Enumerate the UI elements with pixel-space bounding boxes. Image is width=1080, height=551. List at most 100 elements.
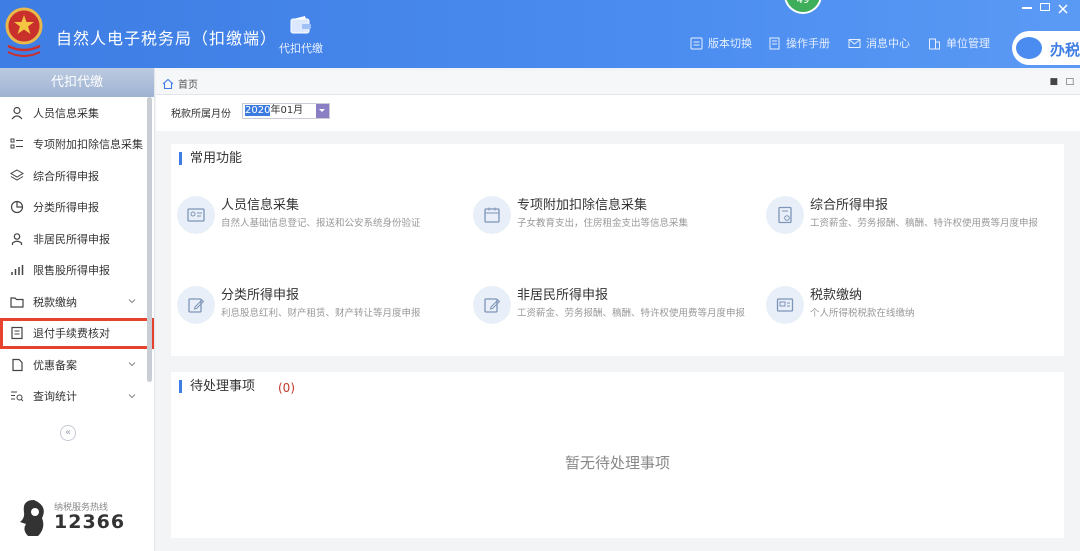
sidebar-item-query-stats[interactable]: 查询统计	[0, 381, 154, 413]
restore-icon[interactable]	[1040, 3, 1050, 11]
func-nonresident-income[interactable]: 非居民所得申报 工资薪金、劳务报酬、稿酬、特许权使用费等月度申报	[467, 264, 757, 344]
nav-message-center[interactable]: 消息中心	[848, 35, 910, 51]
pending-empty-text: 暂无待处理事项	[564, 454, 670, 472]
app-title: 自然人电子税务局（扣缴端）	[56, 29, 278, 48]
chat-bubble-icon	[1016, 37, 1042, 59]
module-withholding[interactable]: 代扣代缴	[278, 16, 324, 56]
window-controls	[1022, 3, 1068, 14]
sidebar-item-label: 专项附加扣除信息采集	[33, 138, 143, 152]
func-desc: 个人所得税税款在线缴纳	[810, 308, 915, 319]
company-icon	[929, 38, 940, 49]
sidebar-item-comprehensive-income[interactable]: 综合所得申报	[0, 160, 154, 192]
sidebar-item-tax-payment[interactable]: 税款缴纳	[0, 286, 154, 318]
sidebar-item-personnel-info[interactable]: 人员信息采集	[0, 97, 154, 129]
tab-home-label: 首页	[178, 80, 198, 91]
period-month: 年01月	[270, 105, 304, 116]
sidebar-item-label: 退付手续费核对	[33, 327, 110, 341]
func-icon-circle	[766, 286, 804, 324]
func-icon-circle	[766, 196, 804, 234]
func-desc: 子女教育支出，住房租金支出等信息采集	[517, 218, 689, 229]
user-icon	[11, 232, 23, 245]
notification-badge[interactable]: 49	[784, 0, 822, 14]
chevron-down-icon	[128, 362, 136, 367]
sidebar-item-preferential-filing[interactable]: 优惠备案	[0, 349, 154, 381]
func-icon-circle	[177, 196, 215, 234]
sidebar-item-label: 优惠备案	[33, 358, 77, 372]
hotline-number: 12366	[54, 511, 126, 533]
minimize-icon[interactable]	[1022, 3, 1032, 9]
wallet-icon	[290, 16, 311, 34]
ban-shui-label: 办税	[1050, 41, 1080, 59]
sidebar-item-label: 查询统计	[33, 390, 77, 404]
pending-title: 待处理事项	[179, 380, 255, 393]
sidebar-menu: 人员信息采集 专项附加扣除信息采集 综合所得申报 分类所得申报 非居民所得申报 …	[0, 97, 154, 412]
func-desc: 利息股息红利、财产租赁、财产转让等月度申报	[221, 308, 421, 319]
person-icon	[11, 106, 23, 120]
sidebar-item-restricted-shares[interactable]: 限售股所得申报	[0, 255, 154, 287]
sidebar-item-label: 税款缴纳	[33, 295, 77, 309]
tab-home[interactable]: 首页	[162, 76, 198, 91]
func-personnel-info[interactable]: 人员信息采集 自然人基础信息登记、报送和公安系统身份验证	[171, 174, 461, 254]
sidebar-item-special-deduction[interactable]: 专项附加扣除信息采集	[0, 129, 154, 161]
nav-version-switch[interactable]: 版本切换	[690, 35, 752, 51]
tab-restore-button[interactable]: ■	[1049, 77, 1058, 87]
period-year: 2020	[245, 105, 271, 116]
func-name: 非居民所得申报	[517, 288, 609, 303]
func-name: 专项附加扣除信息采集	[517, 198, 648, 213]
period-label: 税款所属月份	[171, 109, 231, 120]
report-icon	[778, 206, 792, 224]
common-functions-card: 常用功能 人员信息采集 自然人基础信息登记、报送和公安系统身份验证 专项附加扣除…	[171, 144, 1064, 356]
func-comprehensive-income[interactable]: 综合所得申报 工资薪金、劳务报酬、稿酬、特许权使用费等月度申报	[760, 174, 1050, 254]
sidebar-item-label: 综合所得申报	[33, 169, 99, 183]
tab-bar: 首页 ■ □	[156, 71, 1080, 95]
func-name: 综合所得申报	[810, 198, 889, 213]
hotline-logo-icon	[20, 500, 44, 536]
hotline: 纳税服务热线 12366	[16, 496, 136, 542]
tax-emblem-icon	[5, 7, 43, 57]
nav-version-switch-label: 版本切换	[708, 37, 752, 50]
manual-icon	[769, 37, 780, 49]
tab-maximize-button[interactable]: □	[1065, 77, 1074, 87]
bar-chart-icon	[11, 265, 24, 276]
document-icon	[12, 358, 23, 371]
nav-company-management-label: 单位管理	[946, 37, 990, 50]
func-name: 人员信息采集	[221, 198, 300, 213]
sidebar-item-refund-fee-check[interactable]: 退付手续费核对	[0, 317, 154, 349]
func-classified-income[interactable]: 分类所得申报 利息股息红利、财产租赁、财产转让等月度申报	[171, 264, 461, 344]
dropdown-arrow-icon[interactable]	[316, 104, 329, 118]
chevron-down-icon	[128, 299, 136, 304]
func-desc: 自然人基础信息登记、报送和公安系统身份验证	[221, 218, 421, 229]
nav-manual-label: 操作手册	[786, 37, 830, 50]
func-desc: 工资薪金、劳务报酬、稿酬、特许权使用费等月度申报	[810, 218, 1039, 229]
nav-company-management[interactable]: 单位管理	[928, 35, 990, 51]
sidebar-item-label: 分类所得申报	[33, 201, 99, 215]
func-name: 税款缴纳	[810, 288, 863, 303]
pie-chart-icon	[10, 201, 24, 214]
period-select[interactable]: 2020年01月	[242, 103, 330, 119]
receipt-icon	[11, 327, 23, 340]
id-card-icon	[187, 208, 205, 222]
sidebar-scrollbar[interactable]	[147, 97, 152, 382]
sidebar-collapse-button[interactable]: «	[60, 425, 76, 441]
edit-icon	[188, 298, 205, 313]
sidebar: 代扣代缴 人员信息采集 专项附加扣除信息采集 综合所得申报 分类所得申报 非居民…	[0, 68, 155, 551]
func-desc: 工资薪金、劳务报酬、稿酬、特许权使用费等月度申报	[517, 308, 746, 319]
sidebar-item-classified-income[interactable]: 分类所得申报	[0, 192, 154, 224]
version-switch-icon	[690, 37, 703, 49]
nav-manual[interactable]: 操作手册	[768, 35, 830, 51]
func-tax-payment[interactable]: 税款缴纳 个人所得税税款在线缴纳	[760, 264, 1050, 344]
common-functions-title: 常用功能	[179, 152, 242, 165]
period-filter: 税款所属月份 2020年01月	[156, 95, 1080, 131]
ban-shui-button[interactable]: 办税	[1012, 31, 1080, 65]
layers-icon	[10, 169, 24, 181]
sidebar-item-nonresident-income[interactable]: 非居民所得申报	[0, 223, 154, 255]
sidebar-title: 代扣代缴	[0, 68, 154, 97]
sidebar-item-label: 人员信息采集	[33, 106, 99, 120]
payment-icon	[776, 298, 794, 312]
edit-icon	[484, 298, 501, 313]
nav-message-center-label: 消息中心	[866, 37, 910, 50]
func-special-deduction[interactable]: 专项附加扣除信息采集 子女教育支出，住房租金支出等信息采集	[467, 174, 757, 254]
list-icon	[10, 138, 23, 149]
close-icon[interactable]	[1058, 3, 1068, 14]
pending-card: 待处理事项 (0) 暂无待处理事项	[171, 372, 1064, 538]
